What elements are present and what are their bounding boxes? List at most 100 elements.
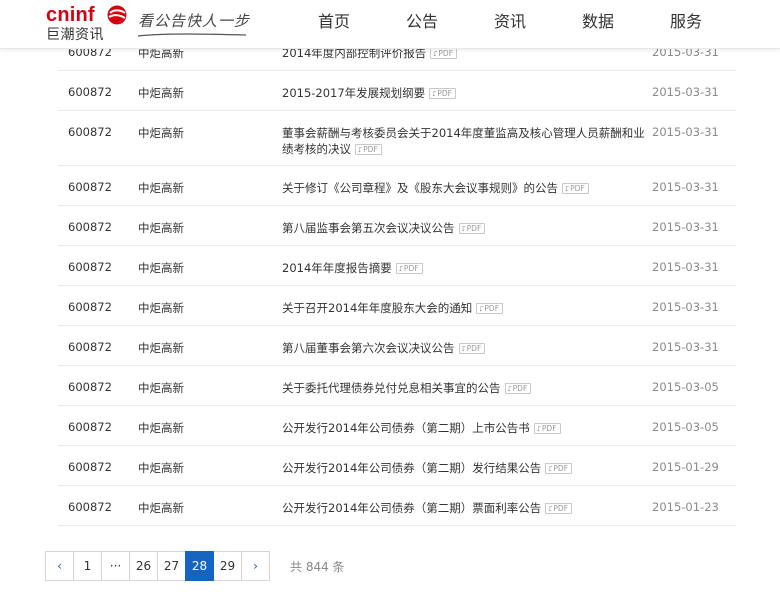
logo-chinese-name: 巨潮资讯 [46,27,104,43]
pdf-download-button[interactable]: ⮦PDF [504,383,532,394]
pdf-label: PDF [553,464,569,473]
announcement-title-cell: 2015-2017年发展规划纲要 ⮦PDF [282,71,652,101]
company-name[interactable]: 中炬高新 [138,486,282,516]
announcement-title-cell: 第八届董事会第六次会议决议公告 ⮦PDF [282,326,652,356]
logo-swirl-icon [107,5,127,25]
announcement-title-link[interactable]: 关于委托代理债券兑付兑息相关事宜的公告 [282,381,501,395]
announcement-title-link[interactable]: 关于修订《公司章程》及《股东大会议事规则》的公告 [282,181,558,195]
table-row: 600872 中炬高新 董事会薪酬与考核委员会关于2014年度董监高及核心管理人员薪… [58,111,736,166]
announcement-title-cell: 公开发行2014年公司债券（第二期）发行结果公告 ⮦PDF [282,446,652,476]
total-count: 共 844 条 [290,559,345,574]
pdf-download-button[interactable]: ⮦PDF [458,343,486,354]
announcement-date: 2015-03-31 [652,260,719,274]
pdf-icon: ⮦ [461,225,466,233]
pdf-label: PDF [363,145,378,154]
page-1-button[interactable]: 1 [73,551,102,581]
prev-page-button[interactable]: ‹ [45,551,74,581]
page-26-button[interactable]: 26 [129,551,158,581]
pdf-download-button[interactable]: ⮦PDF [545,463,573,474]
pdf-icon: ⮦ [358,146,363,154]
nav-home[interactable]: 首页 [290,0,378,46]
announcement-title-link[interactable]: 第八届监事会第五次会议决议公告 [282,221,455,235]
announcement-title-link[interactable]: 公开发行2014年公司债券（第二期）票面利率公告 [282,501,541,515]
slogan-underline [137,33,247,37]
pdf-label: PDF [466,224,482,233]
announcement-date: 2015-03-05 [652,380,719,394]
page-29-button[interactable]: 29 [213,551,242,581]
announcement-title-cell: 董事会薪酬与考核委员会关于2014年度董监高及核心管理人员薪酬和业绩考核的决议 ⮦… [282,111,652,157]
pdf-download-button[interactable]: ⮦PDF [355,144,382,155]
stock-code: 600872 [68,380,112,394]
pdf-download-button[interactable]: ⮦PDF [395,263,423,274]
announcement-title-cell: 关于召开2014年年度股东大会的通知 ⮦PDF [282,286,652,316]
table-row: 600872 中炬高新 公开发行2014年公司债券（第二期）票面利率公告 ⮦PDF 20… [58,486,736,526]
pdf-label: PDF [484,304,500,313]
page-28-button-current[interactable]: 28 [185,551,214,581]
table-row: 600872 中炬高新 第八届监事会第五次会议决议公告 ⮦PDF 2015-03-31 [58,206,736,246]
stock-code: 600872 [68,300,112,314]
nav-services[interactable]: 服务 [642,0,730,46]
pdf-label: PDF [541,424,557,433]
stock-code: 600872 [68,500,112,514]
company-name[interactable]: 中炬高新 [138,206,282,236]
announcement-date: 2015-03-05 [652,420,719,434]
nav-news[interactable]: 资讯 [466,0,554,46]
company-name[interactable]: 中炬高新 [138,246,282,276]
pdf-download-button[interactable]: ⮦PDF [430,48,458,59]
announcement-date: 2015-03-31 [652,85,719,99]
pdf-download-button[interactable]: ⮦PDF [476,303,504,314]
pdf-download-button[interactable]: ⮦PDF [545,503,573,514]
company-name[interactable]: 中炬高新 [138,406,282,436]
announcement-date: 2015-03-31 [652,220,719,234]
announcement-title-cell: 第八届监事会第五次会议决议公告 ⮦PDF [282,206,652,236]
pdf-label: PDF [437,89,452,98]
pdf-icon: ⮦ [461,345,466,353]
pdf-icon: ⮦ [548,505,553,513]
pdf-download-button[interactable]: ⮦PDF [533,423,561,434]
company-name[interactable]: 中炬高新 [138,366,282,396]
pdf-icon: ⮦ [565,185,570,193]
pdf-icon: ⮦ [398,265,403,273]
announcement-date: 2015-03-31 [652,125,719,139]
nav-announcements[interactable]: 公告 [378,0,466,46]
announcement-title-link[interactable]: 第八届董事会第六次会议决议公告 [282,341,455,355]
main-nav: 首页 公告 资讯 数据 服务 [290,0,730,46]
stock-code: 600872 [68,340,112,354]
pdf-label: PDF [512,384,528,393]
announcement-title-link[interactable]: 公开发行2014年公司债券（第二期）上市公告书 [282,421,530,435]
next-page-button[interactable]: › [241,551,270,581]
page-27-button[interactable]: 27 [157,551,186,581]
announcement-title-link[interactable]: 关于召开2014年年度股东大会的通知 [282,301,472,315]
announcement-table: 600872 中炬高新 2014年度内部控制评价报告 ⮦PDF 2015-03-31 60… [58,31,736,526]
company-name[interactable]: 中炬高新 [138,446,282,476]
stock-code: 600872 [68,85,112,99]
pdf-icon: ⮦ [536,425,541,433]
page-ellipsis-button[interactable]: ··· [101,551,130,581]
announcement-title-cell: 2014年年度报告摘要 ⮦PDF [282,246,652,276]
stock-code: 600872 [68,460,112,474]
announcement-date: 2015-01-23 [652,500,719,514]
announcement-title-link[interactable]: 公开发行2014年公司债券（第二期）发行结果公告 [282,461,541,475]
pdf-icon: ⮦ [432,90,437,98]
announcement-title-cell: 关于修订《公司章程》及《股东大会议事规则》的公告 ⮦PDF [282,166,652,196]
company-name[interactable]: 中炬高新 [138,326,282,356]
announcement-title-link[interactable]: 2014年年度报告摘要 [282,261,392,275]
announcement-date: 2015-03-31 [652,180,719,194]
pdf-download-button[interactable]: ⮦PDF [458,223,486,234]
company-name[interactable]: 中炬高新 [138,166,282,196]
pdf-label: PDF [403,264,419,273]
announcement-date: 2015-03-31 [652,340,719,354]
company-name[interactable]: 中炬高新 [138,286,282,316]
stock-code: 600872 [68,260,112,274]
cninfo-logo[interactable]: cninf 巨潮资讯 [46,2,128,44]
pdf-icon: ⮦ [479,305,484,313]
company-name[interactable]: 中炬高新 [138,71,282,101]
stock-code: 600872 [68,220,112,234]
nav-data[interactable]: 数据 [554,0,642,46]
announcement-title-cell: 公开发行2014年公司债券（第二期）票面利率公告 ⮦PDF [282,486,652,516]
announcement-title-link[interactable]: 董事会薪酬与考核委员会关于2014年度董监高及核心管理人员薪酬和业绩考核的决议 [282,126,645,156]
company-name[interactable]: 中炬高新 [138,111,282,141]
announcement-title-link[interactable]: 2015-2017年发展规划纲要 [282,86,425,100]
pdf-download-button[interactable]: ⮦PDF [429,88,456,99]
pdf-download-button[interactable]: ⮦PDF [562,183,589,194]
